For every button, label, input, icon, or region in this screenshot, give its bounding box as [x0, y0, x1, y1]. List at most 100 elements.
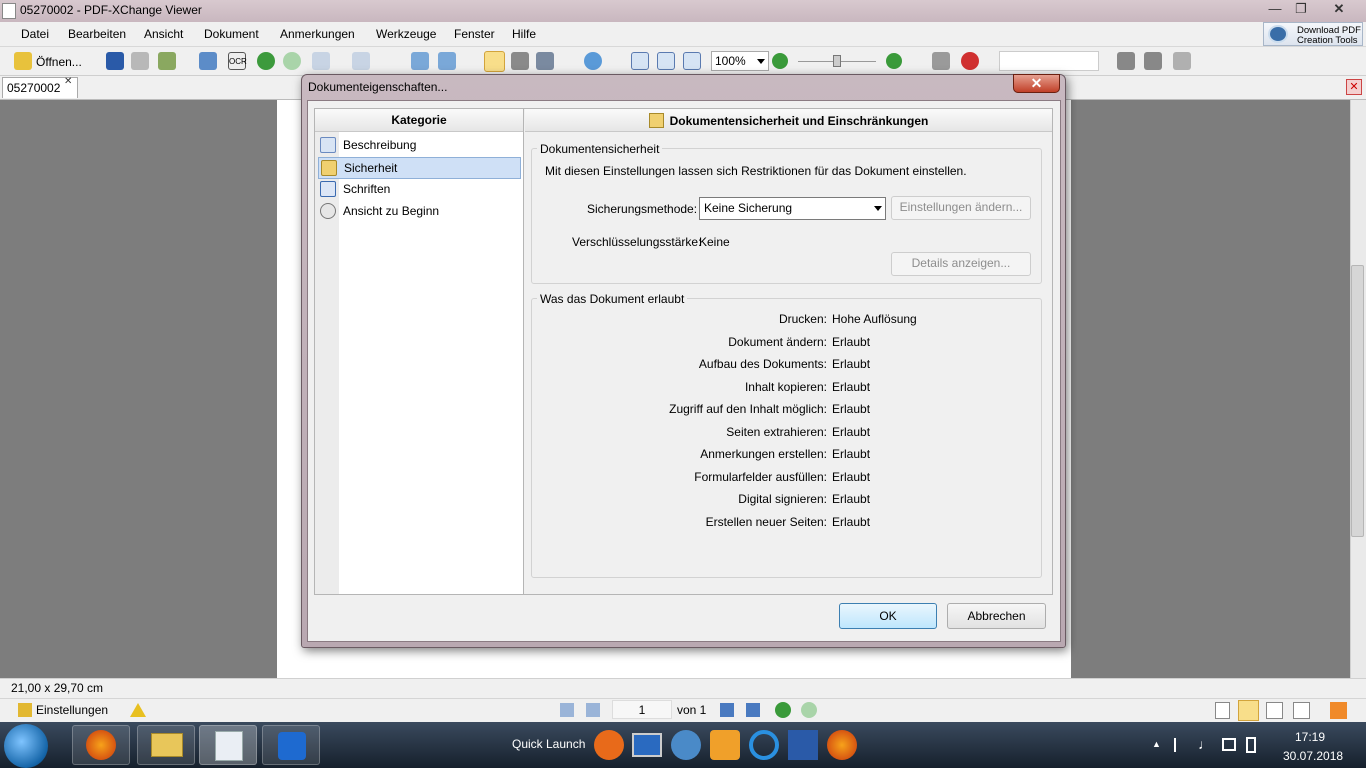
category-item-schriften[interactable]: Schriften [318, 179, 521, 201]
zoom-in-plus-icon[interactable] [886, 53, 902, 69]
tray-expand-icon[interactable]: ▲ [1152, 739, 1161, 749]
menu-ansicht[interactable]: Ansicht [144, 27, 183, 41]
word-icon[interactable] [788, 730, 818, 760]
nav-back-icon[interactable] [775, 702, 791, 718]
prev-page-icon[interactable] [586, 703, 600, 717]
highlight-tool-icon[interactable] [1330, 702, 1347, 719]
volume-icon[interactable]: ♩ [1198, 736, 1212, 752]
search-prev-icon[interactable] [1117, 52, 1135, 70]
forward-icon[interactable] [283, 52, 301, 70]
taskbar-pdf-xchange[interactable] [199, 725, 257, 765]
single-page-icon[interactable] [1215, 702, 1230, 719]
select-text-icon[interactable] [536, 52, 554, 70]
customize-toolbar-icon[interactable] [1173, 52, 1191, 70]
dialog-close-button[interactable]: ✕ [1013, 74, 1060, 93]
open-button-label[interactable]: Öffnen... [36, 55, 82, 69]
menu-bearbeiten[interactable]: Bearbeiten [68, 27, 126, 41]
security-method-select[interactable]: Keine Sicherung [699, 197, 886, 220]
hand-tool-icon[interactable] [484, 51, 505, 72]
clock-time[interactable]: 17:19 [1295, 730, 1325, 744]
continuous-facing-icon[interactable] [1293, 702, 1310, 719]
nav-forward-icon[interactable] [801, 702, 817, 718]
change-settings-button[interactable]: Einstellungen ändern... [891, 196, 1031, 220]
restore-icon[interactable]: ❐ [1288, 0, 1314, 18]
close-document-icon[interactable]: ✕ [1346, 79, 1362, 95]
settings-dropdown[interactable]: Einstellungen [36, 703, 108, 717]
battery-icon[interactable] [1246, 737, 1256, 753]
menu-dokument[interactable]: Dokument [204, 27, 259, 41]
rotate-right-icon[interactable] [438, 52, 456, 70]
cancel-button[interactable]: Abbrechen [947, 603, 1046, 629]
toolbar-search-input[interactable] [999, 51, 1099, 71]
permission-label-extract: Seiten extrahieren: [726, 425, 827, 439]
desktop-icon[interactable] [632, 733, 662, 757]
download-creation-tools-button[interactable]: Download PDF Creation Tools [1263, 22, 1363, 46]
permission-value-access: Erlaubt [832, 402, 871, 416]
permission-value-modify: Erlaubt [832, 335, 871, 349]
app-icon [2, 3, 16, 19]
category-item-sicherheit[interactable]: Sicherheit [318, 157, 521, 179]
permission-value-sign: Erlaubt [832, 492, 871, 506]
search-next-icon[interactable] [1144, 52, 1162, 70]
taskbar-explorer[interactable] [137, 725, 195, 765]
ask-search-icon[interactable] [961, 52, 979, 70]
back-icon[interactable] [257, 52, 275, 70]
taskbar-firefox[interactable] [72, 725, 130, 765]
menu-hilfe[interactable]: Hilfe [512, 27, 536, 41]
zoom-slider-thumb[interactable] [833, 55, 841, 67]
fit-page-icon[interactable] [657, 52, 675, 70]
menu-werkzeuge[interactable]: Werkzeuge [376, 27, 436, 41]
undo-icon[interactable] [312, 52, 330, 70]
facing-pages-icon[interactable] [1266, 702, 1283, 719]
scan-icon[interactable] [199, 52, 217, 70]
find-binoculars-icon[interactable] [932, 52, 950, 70]
menu-fenster[interactable]: Fenster [454, 27, 495, 41]
save-icon[interactable] [106, 52, 124, 70]
next-page-icon[interactable] [720, 703, 734, 717]
outlook-icon[interactable] [710, 730, 740, 760]
fonts-icon [320, 181, 336, 197]
quick-launch-label: Quick Launch [512, 737, 586, 751]
actual-size-icon[interactable] [631, 52, 649, 70]
zoom-dropdown-icon[interactable] [757, 59, 765, 64]
page-number-input[interactable]: 1 [612, 700, 672, 719]
print-icon[interactable] [131, 52, 149, 70]
redo-icon[interactable] [352, 52, 370, 70]
vertical-scrollbar-thumb[interactable] [1351, 265, 1364, 537]
menu-anmerkungen[interactable]: Anmerkungen [280, 27, 355, 41]
zoom-out-icon[interactable] [772, 53, 788, 69]
show-details-button[interactable]: Details anzeigen... [891, 252, 1031, 276]
network-icon[interactable] [1222, 738, 1236, 751]
internet-explorer-icon[interactable] [749, 730, 779, 760]
brave-icon[interactable] [594, 730, 624, 760]
permission-value-print: Hohe Auflösung [832, 312, 917, 326]
firefox-quicklaunch-icon[interactable] [827, 730, 857, 760]
security-method-value: Keine Sicherung [704, 201, 793, 215]
first-page-icon[interactable] [560, 703, 574, 717]
category-item-beschreibung[interactable]: Beschreibung [318, 135, 521, 157]
export-icon[interactable] [158, 52, 176, 70]
thunderbird-icon[interactable] [671, 730, 701, 760]
last-page-icon[interactable] [746, 703, 760, 717]
document-tab-close-icon[interactable]: ✕ [64, 76, 72, 87]
rotate-left-icon[interactable] [411, 52, 429, 70]
continuous-page-icon[interactable] [1238, 700, 1259, 721]
action-center-flag-icon[interactable] [1174, 738, 1186, 752]
snapshot-icon[interactable] [511, 52, 529, 70]
clock-date[interactable]: 30.07.2018 [1283, 749, 1343, 763]
firefox-icon [86, 730, 116, 760]
permission-value-extract: Erlaubt [832, 425, 871, 439]
zoom-in-icon[interactable] [584, 52, 602, 70]
start-button[interactable] [4, 724, 48, 768]
taskbar-malwarebytes[interactable] [262, 725, 320, 765]
permission-value-assembly: Erlaubt [832, 357, 871, 371]
menu-datei[interactable]: Datei [21, 27, 49, 41]
close-window-icon[interactable]: ✕ [1326, 0, 1352, 18]
ok-button[interactable]: OK [839, 603, 937, 629]
minimize-icon[interactable]: — [1262, 0, 1288, 18]
ocr-button[interactable]: OCR [228, 52, 247, 70]
warning-icon[interactable] [130, 703, 146, 717]
fit-width-icon[interactable] [683, 52, 701, 70]
open-folder-icon[interactable] [14, 52, 32, 70]
category-item-ansicht-zu-beginn[interactable]: Ansicht zu Beginn [318, 201, 521, 223]
